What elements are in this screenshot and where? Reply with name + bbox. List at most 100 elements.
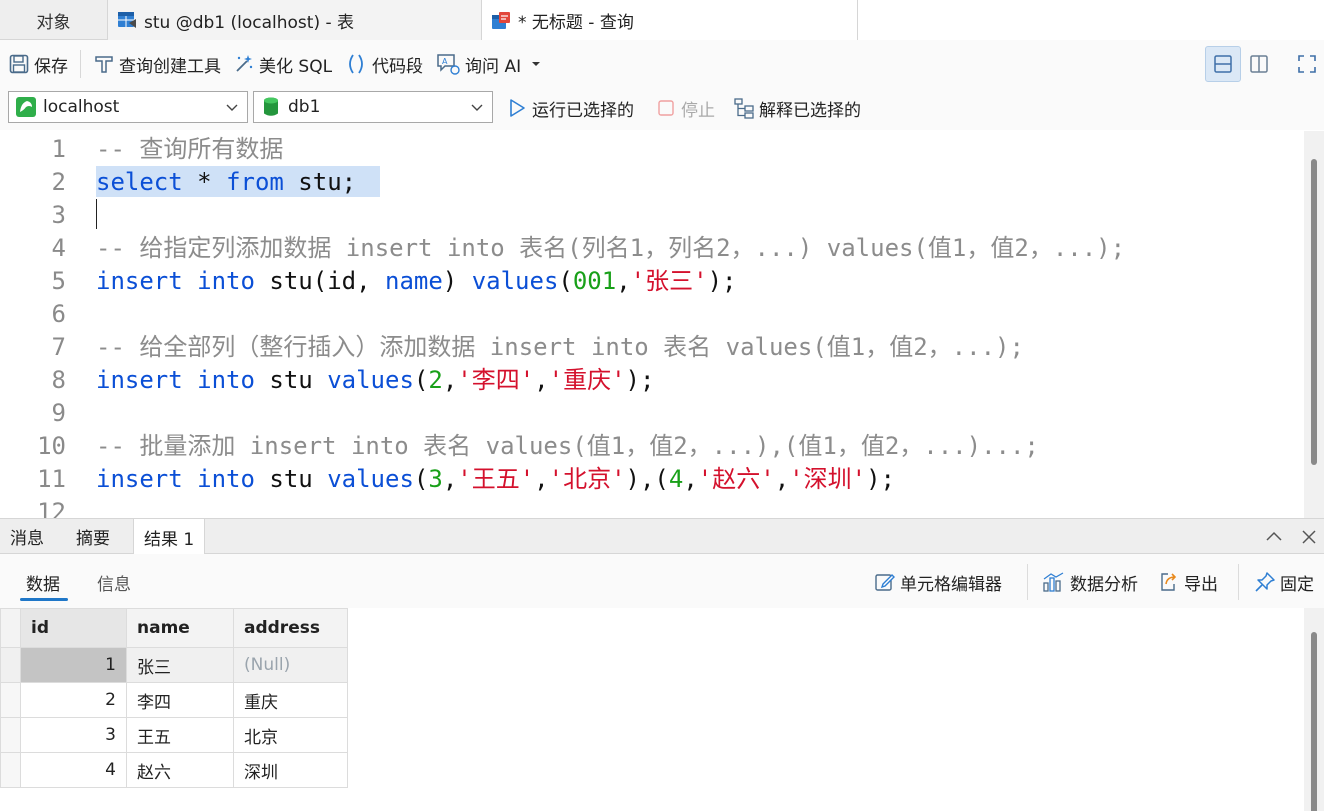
magic-wand-icon bbox=[236, 55, 253, 72]
row-selector[interactable] bbox=[0, 647, 21, 683]
sql-keyword: name bbox=[385, 267, 443, 295]
pin-button[interactable]: 固定 bbox=[1254, 568, 1314, 596]
line-number: 3 bbox=[51, 201, 66, 229]
sql-number: 2 bbox=[428, 366, 443, 394]
cell-address[interactable]: 北京 bbox=[233, 717, 348, 753]
tab-messages[interactable]: 消息 bbox=[0, 519, 54, 554]
cell-name[interactable]: 王五 bbox=[126, 717, 234, 753]
sql-editor[interactable]: 1 2 3 4 5 6 7 8 9 10 11 12 -- 查询所有数据 sel… bbox=[0, 131, 1324, 518]
tab-summary-label: 摘要 bbox=[76, 529, 110, 549]
sql-text: ); bbox=[866, 465, 895, 493]
beautify-sql-label: 美化 SQL bbox=[259, 56, 333, 77]
run-selected-button[interactable]: 运行已选择的 bbox=[508, 93, 634, 123]
text-caret bbox=[96, 199, 97, 229]
editor-scrollbar-thumb[interactable] bbox=[1311, 159, 1317, 465]
table-icon bbox=[118, 12, 136, 28]
cell-address[interactable]: 重庆 bbox=[233, 682, 348, 718]
cell-editor-button[interactable]: 单元格编辑器 bbox=[874, 568, 1002, 596]
line-number: 2 bbox=[51, 168, 66, 196]
cell-name[interactable]: 赵六 bbox=[126, 752, 234, 788]
database-icon bbox=[264, 97, 278, 116]
ask-ai-button[interactable]: A 询问 AI bbox=[435, 47, 547, 81]
result-table: id name address 1 张三 (Null) 2 李四 重庆 3 王五 bbox=[0, 608, 348, 788]
code-line-2: select * from stu; bbox=[96, 166, 356, 199]
sql-keyword: values bbox=[327, 465, 414, 493]
tab-summary[interactable]: 摘要 bbox=[66, 519, 120, 554]
cell-address[interactable]: (Null) bbox=[233, 647, 348, 683]
code-snippet-button[interactable]: 代码段 bbox=[344, 47, 423, 81]
sql-text: ( bbox=[413, 465, 429, 493]
cell-id[interactable]: 3 bbox=[20, 717, 127, 753]
table-row[interactable]: 4 赵六 深圳 bbox=[0, 752, 348, 788]
explain-selected-label: 解释已选择的 bbox=[759, 100, 861, 121]
sql-text: stu bbox=[254, 465, 328, 493]
row-selector[interactable] bbox=[0, 752, 21, 788]
split-horizontal-button[interactable] bbox=[1205, 46, 1241, 82]
table-row[interactable]: 3 王五 北京 bbox=[0, 717, 348, 753]
run-selected-label: 运行已选择的 bbox=[532, 100, 634, 121]
document-tab-bar: 对象 stu @db1 (localhost) - 表 * 无标题 - 查询 bbox=[0, 0, 1324, 41]
table-row[interactable]: 2 李四 重庆 bbox=[0, 682, 348, 718]
fullscreen-button[interactable] bbox=[1290, 46, 1324, 82]
sql-string: '王五' bbox=[457, 465, 535, 493]
result-data-grid[interactable]: id name address 1 张三 (Null) 2 李四 重庆 3 王五 bbox=[0, 608, 1324, 811]
beautify-sql-button[interactable]: 美化 SQL bbox=[233, 47, 332, 81]
tab-result-1[interactable]: 结果 1 bbox=[133, 519, 206, 555]
sql-text: ),( bbox=[625, 465, 669, 493]
subtoolbar-divider bbox=[1238, 564, 1239, 600]
database-select[interactable]: db1 bbox=[253, 91, 493, 123]
column-header-id[interactable]: id bbox=[20, 608, 127, 648]
cell-address[interactable]: 深圳 bbox=[233, 752, 348, 788]
query-builder-icon bbox=[95, 56, 113, 73]
split-vertical-button[interactable] bbox=[1241, 46, 1277, 82]
subtab-data[interactable]: 数据 bbox=[26, 570, 60, 595]
column-header-address[interactable]: address bbox=[233, 608, 348, 648]
cell-name[interactable]: 李四 bbox=[126, 682, 234, 718]
query-builder-button[interactable]: 查询创建工具 bbox=[93, 47, 221, 81]
data-analysis-button[interactable]: 数据分析 bbox=[1042, 568, 1138, 596]
grid-scrollbar-thumb[interactable] bbox=[1311, 632, 1317, 811]
tab-objects[interactable]: 对象 bbox=[0, 0, 108, 40]
collapse-panel-icon[interactable] bbox=[1264, 527, 1284, 547]
line-number: 4 bbox=[51, 234, 66, 262]
cell-id[interactable]: 2 bbox=[20, 682, 127, 718]
stop-button[interactable]: 停止 bbox=[657, 93, 715, 123]
line-number: 8 bbox=[51, 366, 66, 394]
connection-select[interactable]: localhost bbox=[8, 91, 248, 123]
line-number: 1 bbox=[51, 135, 66, 163]
tab-stu-table[interactable]: stu @db1 (localhost) - 表 bbox=[108, 0, 482, 40]
export-button[interactable]: 导出 bbox=[1158, 568, 1218, 596]
sql-keyword: into bbox=[197, 267, 255, 295]
close-panel-icon[interactable] bbox=[1299, 527, 1319, 547]
editor-scrollbar[interactable] bbox=[1304, 131, 1324, 518]
cell-id[interactable]: 4 bbox=[20, 752, 127, 788]
mysql-connection-icon bbox=[16, 97, 36, 117]
row-selector[interactable] bbox=[0, 717, 21, 753]
sql-text: , bbox=[616, 267, 631, 295]
tab-messages-label: 消息 bbox=[10, 529, 44, 549]
sql-keyword: from bbox=[226, 168, 284, 196]
subtab-info[interactable]: 信息 bbox=[97, 570, 131, 595]
tab-untitled-query-label: * 无标题 - 查询 bbox=[518, 13, 634, 33]
cell-name[interactable]: 张三 bbox=[126, 647, 234, 683]
tab-untitled-query[interactable]: * 无标题 - 查询 bbox=[482, 0, 858, 41]
sql-string: '北京' bbox=[548, 465, 626, 493]
save-button[interactable]: 保存 bbox=[8, 47, 68, 81]
sql-comment: -- 批量添加 insert into 表名 values(值1，值2，...)… bbox=[96, 432, 1039, 460]
grid-scrollbar[interactable] bbox=[1304, 608, 1324, 811]
sql-comment: -- 给全部列（整行插入）添加数据 insert into 表名 values(… bbox=[96, 333, 1024, 361]
column-header-name[interactable]: name bbox=[126, 608, 234, 648]
sql-text: * bbox=[182, 168, 227, 196]
sql-string: '赵六' bbox=[697, 465, 775, 493]
bar-chart-icon bbox=[1043, 572, 1064, 592]
select-all-cell[interactable] bbox=[0, 608, 21, 648]
cell-id[interactable]: 1 bbox=[20, 647, 127, 683]
table-row[interactable]: 1 张三 (Null) bbox=[0, 647, 348, 683]
play-icon bbox=[510, 99, 525, 117]
row-selector[interactable] bbox=[0, 682, 21, 718]
tab-stu-table-label: stu @db1 (localhost) - 表 bbox=[144, 12, 355, 33]
sql-text: stu bbox=[254, 366, 328, 394]
sql-string: '张三' bbox=[630, 267, 708, 295]
explain-selected-button[interactable]: 解释已选择的 bbox=[733, 93, 861, 123]
